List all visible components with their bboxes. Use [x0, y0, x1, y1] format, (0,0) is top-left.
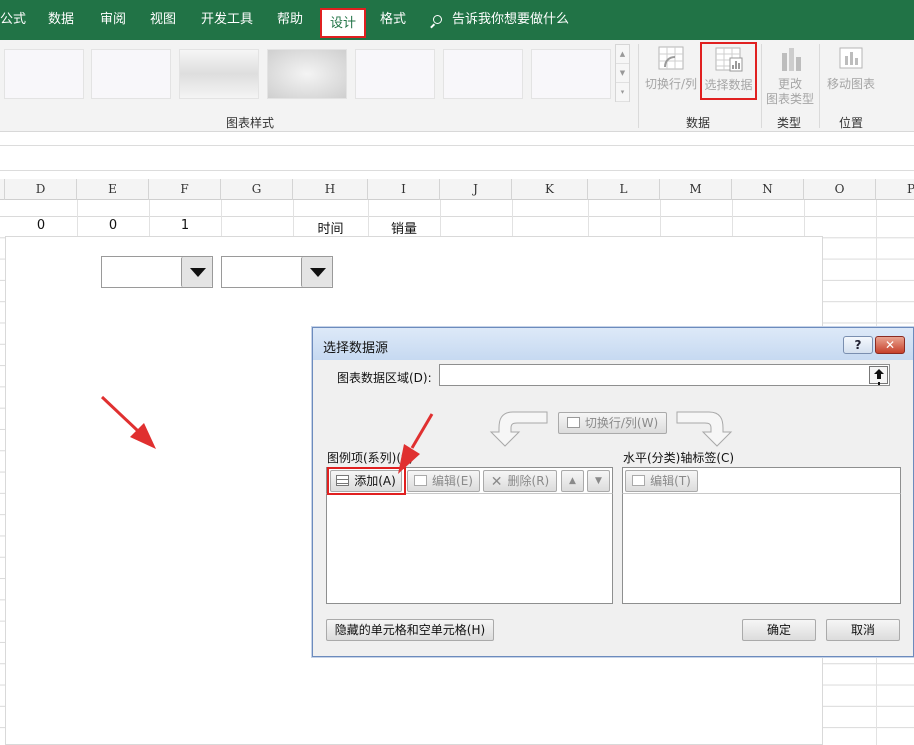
ribbon-separator	[638, 44, 639, 128]
search-text: 告诉我你想要做什么	[452, 12, 570, 27]
chart-style-thumb-6[interactable]	[443, 49, 523, 99]
chart-style-thumb-3[interactable]	[179, 49, 259, 99]
move-chart-button[interactable]: 移动图表	[824, 45, 878, 92]
cell-e[interactable]: 0	[77, 218, 149, 233]
column-header-i[interactable]: I	[368, 179, 440, 200]
dialog-title: 选择数据源	[323, 341, 389, 356]
chevron-down-icon[interactable]	[181, 257, 212, 287]
column-header-l[interactable]: L	[588, 179, 660, 200]
tell-me-search[interactable]: 告诉我你想要做什么	[433, 0, 569, 40]
switch-row-column-label: 切换行/列	[644, 77, 698, 91]
collapse-range-icon[interactable]	[869, 366, 888, 384]
column-header-p[interactable]: P	[876, 179, 914, 200]
move-chart-icon	[839, 47, 863, 69]
delete-series-label: 删除(R)	[507, 474, 550, 488]
change-chart-type-button[interactable]: 更改 图表类型	[764, 45, 816, 107]
gallery-more-icon[interactable]: ▾	[616, 83, 629, 102]
column-header-d[interactable]: D	[5, 179, 77, 200]
delete-x-icon: ✕	[490, 474, 503, 490]
column-header-o[interactable]: O	[804, 179, 876, 200]
chart-data-range-input[interactable]	[439, 364, 890, 386]
tab-view[interactable]: 视图	[150, 0, 176, 40]
chevron-down-icon[interactable]	[301, 257, 332, 287]
edit-axis-labels-label: 编辑(T)	[650, 474, 691, 488]
column-header-k[interactable]: K	[512, 179, 588, 200]
search-icon	[433, 15, 442, 24]
chart-style-thumb-5[interactable]	[355, 49, 435, 99]
change-chart-type-label-2: 图表类型	[765, 92, 814, 106]
arrow-down-icon: ▼	[595, 476, 602, 486]
edit-axis-labels-button[interactable]: 编辑(T)	[625, 470, 698, 492]
curved-arrow-right-icon	[676, 411, 733, 447]
arrow-up-icon: ▲	[569, 476, 576, 486]
select-data-button[interactable]: 选择数据	[700, 42, 757, 100]
combo-box-2[interactable]	[221, 256, 333, 288]
delete-series-button[interactable]: ✕ 删除(R)	[483, 470, 557, 492]
move-up-button[interactable]: ▲	[561, 470, 584, 492]
chart-style-thumb-1[interactable]	[4, 49, 84, 99]
cell-i[interactable]: 销量	[368, 218, 440, 237]
chart-style-thumb-4[interactable]	[267, 49, 347, 99]
column-header-g[interactable]: G	[221, 179, 293, 200]
ribbon-separator	[761, 44, 762, 128]
switch-icon	[566, 417, 580, 428]
gallery-scrollbar[interactable]: ▲ ▼ ▾	[615, 44, 630, 102]
cell-h[interactable]: 时间	[293, 218, 368, 237]
chart-style-thumb-7[interactable]	[531, 49, 611, 99]
switch-row-column-button[interactable]: 切换行/列	[643, 45, 699, 92]
switch-row-column-dialog-button[interactable]: 切换行/列(W)	[558, 412, 667, 434]
column-header-j[interactable]: J	[440, 179, 512, 200]
move-down-button[interactable]: ▼	[587, 470, 610, 492]
tab-format[interactable]: 格式	[380, 0, 406, 40]
tab-help[interactable]: 帮助	[277, 0, 303, 40]
edit-series-label: 编辑(E)	[432, 474, 473, 488]
tab-developer[interactable]: 开发工具	[201, 0, 253, 40]
location-group-label: 位置	[839, 116, 864, 130]
help-button[interactable]: ?	[843, 336, 873, 354]
tab-design[interactable]: 设计	[320, 8, 367, 38]
move-chart-label: 移动图表	[826, 77, 875, 91]
ribbon-separator	[819, 44, 820, 128]
tab-formulas[interactable]: 公式	[0, 0, 26, 40]
ribbon-tab-bar: 公式 数据 审阅 视图 开发工具 帮助 设计 格式 告诉我你想要做什么	[0, 0, 914, 40]
hidden-empty-cells-button[interactable]: 隐藏的单元格和空单元格(H)	[326, 619, 494, 641]
column-header-m[interactable]: M	[660, 179, 732, 200]
chart-data-range-label: 图表数据区域(D):	[337, 371, 432, 385]
dialog-title-bar[interactable]	[313, 328, 913, 360]
switch-row-column-dialog-label: 切换行/列(W)	[584, 416, 659, 430]
ok-button[interactable]: 确定	[742, 619, 816, 641]
change-chart-type-icon	[782, 48, 801, 71]
formula-bar[interactable]	[0, 145, 914, 171]
select-data-label: 选择数据	[704, 78, 753, 92]
change-chart-type-label-1: 更改	[777, 77, 802, 91]
red-arrow-annotation	[100, 395, 156, 449]
cancel-button[interactable]: 取消	[826, 619, 900, 641]
column-header-e[interactable]: E	[77, 179, 149, 200]
chart-styles-group-label: 图表样式	[226, 116, 275, 130]
red-arrow-annotation	[398, 413, 434, 474]
data-group-label: 数据	[686, 116, 711, 130]
cell-d[interactable]: 0	[5, 218, 77, 233]
column-header-h[interactable]: H	[293, 179, 368, 200]
tab-review[interactable]: 审阅	[100, 0, 126, 40]
column-header-n[interactable]: N	[732, 179, 804, 200]
combo-box-1[interactable]	[101, 256, 213, 288]
scroll-down-icon[interactable]: ▼	[616, 64, 629, 83]
cell-f[interactable]: 1	[149, 218, 221, 233]
column-header-f[interactable]: F	[149, 179, 221, 200]
tab-data[interactable]: 数据	[48, 0, 74, 40]
select-data-source-dialog: 选择数据源 ? ✕ 图表数据区域(D): 切换行/列(W) 图例项(系列)(S)…	[312, 327, 914, 657]
edit-icon	[632, 475, 646, 486]
scroll-up-icon[interactable]: ▲	[616, 45, 629, 64]
close-button[interactable]: ✕	[875, 336, 905, 354]
switch-row-column-icon	[658, 46, 684, 70]
select-data-icon	[715, 47, 742, 72]
chart-style-thumb-2[interactable]	[91, 49, 171, 99]
column-header-row: D E F G H I J K L M N O P	[0, 179, 914, 200]
axis-labels-label: 水平(分类)轴标签(C)	[623, 451, 735, 465]
type-group-label: 类型	[777, 116, 802, 130]
